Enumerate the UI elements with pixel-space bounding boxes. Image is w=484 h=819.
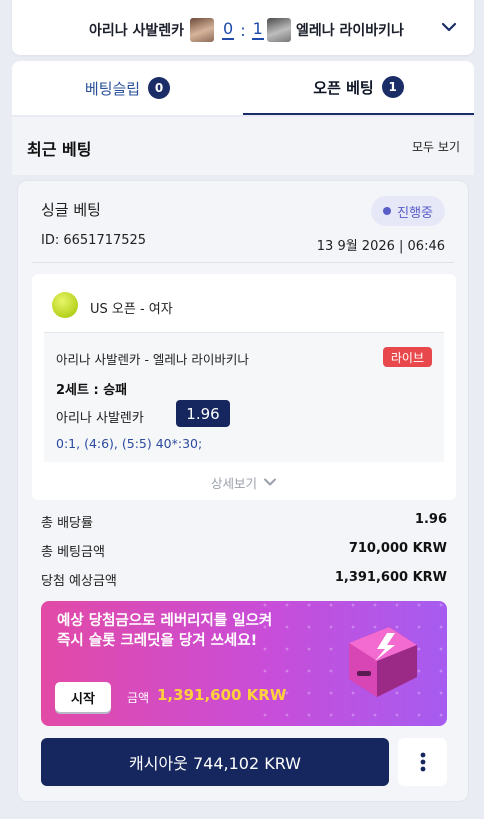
- selection-box: US 오픈 - 여자 아리나 사발렌카 - 엘레나 라이바키나 라이브 2세트 …: [32, 274, 456, 500]
- cashout-button[interactable]: 캐시아웃 744,102 KRW: [41, 738, 389, 786]
- live-badge: 라이브: [382, 347, 432, 367]
- chevron-down-icon: [264, 478, 276, 486]
- score-player2: 1: [251, 19, 264, 40]
- score-separator: :: [240, 20, 246, 40]
- bet-card: 싱글 베팅 진행중 ID: 6651717525 13 9월 2026 | 06…: [17, 180, 469, 802]
- match-name: 아리나 사발렌카 - 엘레나 라이바키나: [56, 352, 249, 367]
- summary-value: 1.96: [414, 512, 447, 527]
- recent-bets-title: 최근 베팅: [27, 140, 92, 159]
- league-row: US 오픈 - 여자: [32, 274, 456, 332]
- promo-banner[interactable]: 예상 당첨금으로 레버리지를 일으켜 즉시 슬롯 크레딧을 당겨 쓰세요! 시작…: [41, 601, 447, 726]
- summary-total-odds: 총 배당률 1.96: [41, 512, 447, 532]
- details-toggle[interactable]: 상세보기: [32, 472, 456, 492]
- player1-name: 아리나 사발렌카: [88, 23, 184, 39]
- chevron-down-icon[interactable]: [440, 18, 458, 36]
- summary-value: 710,000 KRW: [348, 541, 447, 556]
- summary-total-stake: 총 베팅금액 710,000 KRW: [41, 541, 447, 561]
- bet-date: 13 9월 2026 | 06:46: [316, 239, 445, 254]
- selection-pick: 아리나 사발렌카: [56, 411, 144, 426]
- player2-name: 엘레나 라이바키나: [296, 23, 404, 39]
- summary-label: 당첨 예상금액: [41, 574, 117, 589]
- lightning-chip-icon: [349, 627, 417, 697]
- status-label: 진행중: [397, 205, 433, 221]
- more-vertical-icon: [420, 752, 425, 772]
- recent-bets-header: 최근 베팅 모두 보기: [12, 117, 474, 175]
- selection-odds: 1.96: [176, 400, 230, 427]
- set-scores: 0:1, (4:6), (5:5) 40*:30;: [56, 436, 203, 451]
- tab-betslip[interactable]: 베팅슬립 0: [12, 61, 243, 115]
- player2-avatar: [267, 18, 291, 42]
- summary-label: 총 베팅금액: [41, 545, 105, 560]
- tab-betslip-count: 0: [148, 77, 171, 99]
- score-player1: 0: [222, 19, 235, 40]
- tennis-ball-icon: [52, 292, 78, 318]
- league-name: US 오픈 - 여자: [90, 302, 173, 317]
- divider: [32, 262, 454, 263]
- status-dot: [383, 207, 392, 215]
- summary-label: 총 배당률: [41, 516, 93, 531]
- promo-amount-label: 금액: [127, 691, 150, 705]
- scoreboard[interactable]: 아리나 사발렌카 0 : 1 엘레나 라이바키나: [12, 0, 474, 55]
- market-name: 2세트 : 승패: [56, 383, 128, 398]
- promo-text: 예상 당첨금으로 레버리지를 일으켜 즉시 슬롯 크레딧을 당겨 쓰세요!: [57, 613, 273, 649]
- live-score: 0 : 1: [222, 20, 264, 40]
- selection-detail: 아리나 사발렌카 - 엘레나 라이바키나 라이브 2세트 : 승패 아리나 사발…: [44, 332, 444, 462]
- player1-avatar: [190, 18, 214, 42]
- tab-open-bets-label: 오픈 베팅: [313, 78, 374, 97]
- promo-start-button[interactable]: 시작: [55, 682, 111, 712]
- bet-id: ID: 6651717525: [41, 233, 147, 248]
- tab-open-bets[interactable]: 오픈 베팅 1: [243, 61, 474, 115]
- view-all-link[interactable]: 모두 보기: [412, 138, 460, 155]
- tab-open-bets-count: 1: [381, 76, 404, 98]
- summary-value: 1,391,600 KRW: [334, 570, 447, 585]
- details-label: 상세보기: [210, 475, 257, 491]
- bet-type: 싱글 베팅: [41, 201, 101, 219]
- more-options-button[interactable]: [398, 738, 447, 786]
- bet-tabs: 베팅슬립 0 오픈 베팅 1: [12, 61, 474, 115]
- status-badge: 진행중: [371, 196, 445, 226]
- tab-betslip-label: 베팅슬립: [84, 79, 141, 98]
- promo-amount: 1,391,600 KRW: [157, 686, 287, 704]
- summary-potential-win: 당첨 예상금액 1,391,600 KRW: [41, 570, 447, 590]
